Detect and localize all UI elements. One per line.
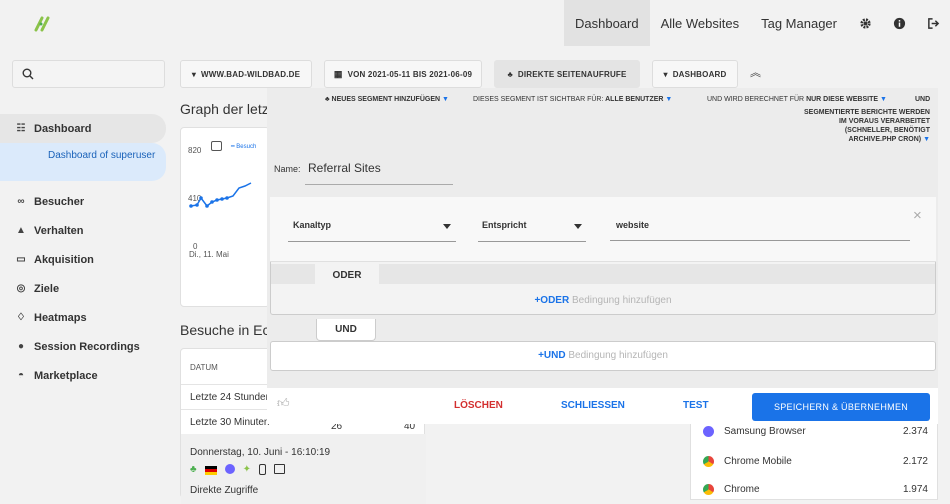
dimension-select[interactable]: Kanaltyp xyxy=(293,220,331,230)
close-icon[interactable]: × xyxy=(913,207,922,224)
play-icon: ● xyxy=(17,341,25,352)
condition-row xyxy=(270,197,936,262)
or-label: ODER xyxy=(315,264,379,286)
graph-widget-title: Graph der letzt xyxy=(180,101,273,117)
chevron-down-icon: ▼ xyxy=(442,96,449,103)
and-label: UND xyxy=(316,319,376,341)
bell-icon: ▲ xyxy=(16,225,26,236)
value-input[interactable]: website xyxy=(616,220,649,230)
graph-legend: ━ Besuch xyxy=(231,144,257,150)
flag-germany-icon xyxy=(204,466,217,475)
contact-card-icon xyxy=(273,464,285,474)
save-and-apply-button[interactable]: SPEICHERN & ÜBERNEHMEN xyxy=(752,393,930,421)
target-icon: ◎ xyxy=(16,283,26,294)
add-new-segment-button[interactable]: ♣ NEUES SEGMENT HINZUFÜGEN ▼ xyxy=(325,96,449,103)
segment-icon: ♣ xyxy=(507,69,513,79)
sidebar-item-marketplace[interactable]: ◓ Marketplace xyxy=(0,361,166,390)
gear-icon[interactable] xyxy=(848,0,882,46)
site-selector[interactable]: ▾ WWW.BAD-WILDBAD.DE xyxy=(180,60,312,88)
grid-icon: ☷ xyxy=(16,123,26,134)
collapse-chevron-icon[interactable]: ︽ xyxy=(750,64,761,80)
line-chart xyxy=(189,182,252,208)
chevron-down-icon xyxy=(574,224,582,229)
sidebar: ☷ Dashboard Dashboard of superuser ∞ Besuc… xyxy=(0,114,166,390)
binoculars-icon: ∞ xyxy=(17,196,25,207)
period-selector[interactable]: ▦ VON 2021-05-11 BIS 2021-06-09 xyxy=(324,60,482,88)
calendar-icon: ▦ xyxy=(333,68,343,79)
nav-all-websites[interactable]: Alle Websites xyxy=(650,0,751,46)
chevron-down-icon: ▼ xyxy=(665,96,673,103)
chart-type-icon[interactable] xyxy=(211,141,222,151)
close-button[interactable]: SCHLIESSEN xyxy=(561,400,625,411)
nav-tag-manager[interactable]: Tag Manager xyxy=(750,0,848,46)
smartphone-icon xyxy=(258,464,266,475)
visits-widget-title: Besuche in Ec xyxy=(180,322,270,338)
chevron-down-icon xyxy=(443,224,451,229)
visibility-selector[interactable]: DIESES SEGMENT IST SICHTBAR FÜR: ALLE BE… xyxy=(473,96,672,103)
search-input[interactable] xyxy=(12,60,165,88)
operator-select[interactable]: Entspricht xyxy=(482,220,527,230)
computed-for-selector[interactable]: UND WIRD BERECHNET FÜR NUR DIESE WEBSITE… xyxy=(707,96,887,103)
sidebar-item-dashboard[interactable]: ☷ Dashboard xyxy=(0,114,166,143)
logout-icon[interactable] xyxy=(916,0,950,46)
chevron-down-icon: ▼ xyxy=(923,136,930,143)
android-icon: ✦ xyxy=(242,464,251,475)
sidebar-item-heatmaps[interactable]: ♢ Heatmaps xyxy=(0,303,166,332)
visitor-profile-icon[interactable]: ♣ xyxy=(190,464,197,475)
list-item: Chrome Mobile 2.172 xyxy=(693,446,938,476)
sidebar-item-besucher[interactable]: ∞ Besucher xyxy=(0,187,166,216)
sidebar-item-verhalten[interactable]: ▲ Verhalten xyxy=(0,216,166,245)
visitor-icons: ♣ ✦ xyxy=(190,464,285,475)
info-icon[interactable] xyxy=(882,0,916,46)
sidebar-item-session-recordings[interactable]: ● Session Recordings xyxy=(0,332,166,361)
add-or-condition-link[interactable]: +ODER Bedingung hinzufügen xyxy=(271,295,935,306)
chrome-icon xyxy=(703,455,714,467)
sidebar-item-akquisition[interactable]: ▭ Akquisition xyxy=(0,245,166,274)
marketplace-icon: ◓ xyxy=(17,370,25,381)
add-and-condition-link[interactable]: +UND Bedingung hinzufügen xyxy=(271,350,935,361)
window-icon: ▭ xyxy=(16,254,26,265)
search-icon xyxy=(22,68,34,80)
segment-name-input[interactable]: Referral Sites xyxy=(308,161,381,175)
nav-dashboard[interactable]: Dashboard xyxy=(563,0,650,46)
thumbs-up-icon[interactable]: 👍︎ xyxy=(277,396,290,411)
sidebar-item-ziele[interactable]: ◎ Ziele xyxy=(0,274,166,303)
list-item: Chrome 1.974 xyxy=(693,474,938,504)
flame-icon: ♢ xyxy=(16,312,26,323)
top-bar: Dashboard Alle Websites Tag Manager xyxy=(0,0,950,46)
graph-widget: 820 410 0 Di., 11. Mai ━ Besuch xyxy=(180,127,270,307)
chevron-down-icon: ▼ xyxy=(879,96,887,103)
matomo-logo-icon[interactable] xyxy=(32,12,54,34)
dashboard-selector[interactable]: ▾ DASHBOARD xyxy=(652,60,738,88)
delete-button[interactable]: LÖSCHEN xyxy=(454,400,503,411)
processing-selector[interactable]: SEGMENTIERTE BERICHTE WERDEN IM VORAUS V… xyxy=(804,108,930,144)
chevron-down-icon: ▾ xyxy=(191,69,197,79)
chrome-icon xyxy=(703,483,714,495)
test-button[interactable]: TEST xyxy=(683,400,709,411)
segment-selector[interactable]: ♣ DIREKTE SEITENAUFRUFE xyxy=(494,60,640,88)
sidebar-subitem-dashboard-of-superuser[interactable]: Dashboard of superuser xyxy=(0,143,166,181)
samsung-browser-icon xyxy=(224,464,235,474)
samsung-browser-icon xyxy=(703,425,714,437)
segment-name-label: Name: xyxy=(274,164,301,174)
chevron-down-icon: ▾ xyxy=(663,69,668,79)
